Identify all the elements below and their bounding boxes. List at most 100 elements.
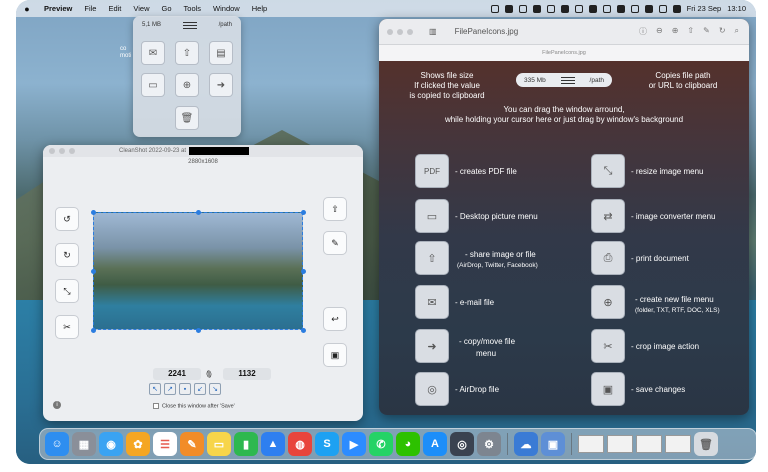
recent-document-thumbnail[interactable]: [578, 435, 604, 453]
close-after-save-option[interactable]: Close this window after 'Save': [153, 403, 235, 409]
file-path[interactable]: /path: [590, 77, 604, 84]
pdf-icon[interactable]: PDF: [415, 154, 449, 188]
zoom-icon[interactable]: ▶: [342, 432, 366, 456]
minimize-button[interactable]: [59, 148, 65, 154]
rotate-right-icon[interactable]: ↻: [55, 243, 79, 267]
zoom-button[interactable]: [407, 28, 413, 35]
resize-image-icon[interactable]: ⤡: [591, 154, 625, 188]
recent-document-thumbnail[interactable]: [636, 435, 662, 453]
email-icon[interactable]: ✉: [415, 285, 449, 319]
crop-handle[interactable]: [301, 269, 306, 274]
preview-icon[interactable]: ▣: [541, 432, 565, 456]
close-after-save-checkbox[interactable]: [153, 403, 159, 409]
anchor-center-icon[interactable]: ▪: [179, 383, 191, 395]
crop-handle[interactable]: [91, 210, 96, 215]
annotate-icon[interactable]: ✎: [323, 231, 347, 255]
menu-file[interactable]: File: [78, 4, 102, 13]
status-icon[interactable]: [616, 4, 625, 13]
wechat-icon[interactable]: ◕: [396, 432, 420, 456]
copy-move-icon[interactable]: ➜: [209, 73, 233, 97]
file-size[interactable]: 335 Mb: [524, 77, 546, 84]
zoom-button[interactable]: [69, 148, 75, 154]
control-center-icon[interactable]: [672, 4, 681, 13]
apple-menu-icon[interactable]: ●: [16, 4, 38, 14]
notes-icon[interactable]: ▭: [207, 432, 231, 456]
crop-icon[interactable]: ✂: [591, 329, 625, 363]
menu-time[interactable]: 13:10: [727, 4, 746, 13]
filepane-icon[interactable]: ☁: [514, 432, 538, 456]
filepane-header-pill[interactable]: 335 Mb /path: [516, 73, 612, 87]
zip-icon[interactable]: ▤: [209, 41, 233, 65]
resize-icon[interactable]: ⤡: [55, 279, 79, 303]
save-icon[interactable]: ▣: [323, 343, 347, 367]
print-icon[interactable]: ⎙: [591, 241, 625, 275]
status-icon[interactable]: [518, 4, 527, 13]
appstore-icon[interactable]: A: [423, 432, 447, 456]
close-button[interactable]: [387, 28, 393, 35]
finder-icon[interactable]: ☺: [45, 432, 69, 456]
wifi-icon[interactable]: [644, 4, 653, 13]
info-icon[interactable]: ⓘ: [639, 26, 647, 37]
rotate-left-icon[interactable]: ↺: [55, 207, 79, 231]
cleanshot-titlebar[interactable]: CleanShot 2022-09-23 at: [43, 145, 363, 157]
anchor-bottom-right-icon[interactable]: ↘: [209, 383, 221, 395]
photos-icon[interactable]: ✿: [126, 432, 150, 456]
status-icon[interactable]: [546, 4, 555, 13]
status-icon[interactable]: [588, 4, 597, 13]
minimize-button[interactable]: [397, 28, 403, 35]
markup-icon[interactable]: ✎: [703, 26, 710, 37]
undo-icon[interactable]: ↩: [323, 307, 347, 331]
numbers-icon[interactable]: ▮: [234, 432, 258, 456]
share-icon[interactable]: ⇧: [323, 197, 347, 221]
reminders-icon[interactable]: ☰: [153, 432, 177, 456]
rotate-icon[interactable]: ↻: [719, 26, 726, 37]
chrome-icon[interactable]: ◍: [288, 432, 312, 456]
status-icon[interactable]: [574, 4, 583, 13]
zoom-out-icon[interactable]: ⊖: [656, 26, 663, 37]
desktop-picture-icon[interactable]: ▭: [415, 199, 449, 233]
status-icon[interactable]: [490, 4, 499, 13]
menu-icon[interactable]: [560, 76, 575, 84]
trash-icon[interactable]: 🗑: [175, 106, 199, 130]
quicktime-icon[interactable]: ◎: [450, 432, 474, 456]
file-path[interactable]: /path: [219, 22, 232, 28]
crop-handle[interactable]: [196, 328, 201, 333]
copy-move-icon[interactable]: ➜: [415, 329, 449, 363]
crop-handle[interactable]: [301, 210, 306, 215]
anchor-top-right-icon[interactable]: ↗: [164, 383, 176, 395]
status-icon[interactable]: [630, 4, 639, 13]
share-icon[interactable]: ⇧: [175, 41, 199, 65]
recent-document-thumbnail[interactable]: [665, 435, 691, 453]
zoom-in-icon[interactable]: ⊕: [672, 26, 679, 37]
status-icon[interactable]: [602, 4, 611, 13]
share-icon[interactable]: ⇧: [415, 241, 449, 275]
crop-handle[interactable]: [91, 269, 96, 274]
image-converter-icon[interactable]: ⇄: [591, 199, 625, 233]
info-icon[interactable]: i: [53, 401, 61, 409]
menu-tools[interactable]: Tools: [178, 4, 208, 13]
height-field[interactable]: 1132: [223, 368, 271, 380]
crop-handle[interactable]: [91, 328, 96, 333]
crop-handle[interactable]: [196, 210, 201, 215]
recent-document-thumbnail[interactable]: [607, 435, 633, 453]
new-file-icon[interactable]: ⊕: [591, 285, 625, 319]
system-preferences-icon[interactable]: ⚙: [477, 432, 501, 456]
width-field[interactable]: 2241: [153, 368, 201, 380]
status-icon[interactable]: [504, 4, 513, 13]
trash-icon[interactable]: 🗑: [694, 432, 718, 456]
whatsapp-icon[interactable]: ✆: [369, 432, 393, 456]
search-icon[interactable]: ⌕: [735, 26, 739, 37]
crop-icon[interactable]: ✂: [55, 315, 79, 339]
anchor-bottom-left-icon[interactable]: ↙: [194, 383, 206, 395]
menu-go[interactable]: Go: [156, 4, 178, 13]
search-icon[interactable]: [658, 4, 667, 13]
cleanshot-window[interactable]: CleanShot 2022-09-23 at 2880x1608 ↺ ↻ ⤡ …: [43, 145, 363, 421]
menu-app-name[interactable]: Preview: [38, 4, 78, 13]
menu-edit[interactable]: Edit: [102, 4, 127, 13]
preview-toolbar[interactable]: ▥ FilePaneIcons.jpg ⓘ ⊖ ⊕ ⇧ ✎ ↻ ⌕: [379, 19, 749, 45]
share-icon[interactable]: ⇧: [687, 26, 694, 37]
status-icon[interactable]: [532, 4, 541, 13]
pages-icon[interactable]: ✎: [180, 432, 204, 456]
file-size[interactable]: 5,1 MB: [142, 22, 161, 28]
anchor-top-left-icon[interactable]: ↖: [149, 383, 161, 395]
